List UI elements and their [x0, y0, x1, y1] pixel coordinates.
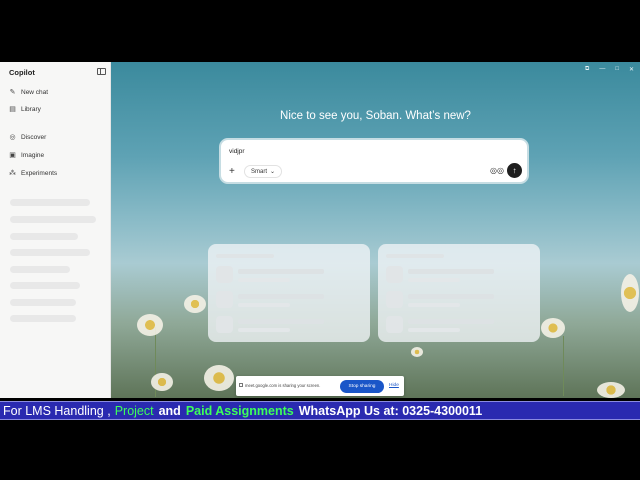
minimize-icon[interactable]: — — [599, 66, 605, 73]
sidebar-toggle-icon[interactable] — [97, 68, 106, 75]
background-flower — [137, 314, 163, 336]
screen-share-bar: meet.google.com is sharing your screen. … — [236, 376, 404, 396]
compass-icon: ◎ — [9, 133, 16, 141]
copilot-app-window: Copilot ✎ New chat ▤ Library ◎ Discover … — [0, 62, 640, 398]
background-flower — [597, 382, 625, 398]
app-title: Copilot — [9, 68, 35, 77]
grid-icon: ⁂ — [9, 169, 16, 177]
background-flower — [184, 295, 206, 313]
sidebar-item-discover[interactable]: ◎ Discover — [9, 131, 46, 143]
background-flower — [621, 274, 639, 312]
background-flower — [411, 347, 423, 357]
hide-link[interactable]: Hide — [389, 383, 399, 388]
loading-placeholder — [10, 249, 90, 256]
sidebar-item-imagine[interactable]: ▣ Imagine — [9, 149, 44, 161]
edit-icon: ✎ — [9, 88, 16, 96]
sidebar: Copilot ✎ New chat ▤ Library ◎ Discover … — [0, 62, 111, 398]
sidebar-item-label: Discover — [21, 133, 47, 141]
card-row — [386, 291, 532, 309]
banner-text: WhatsApp Us at: 0325-4300011 — [298, 403, 483, 418]
message-input[interactable]: vidjpr — [229, 148, 245, 155]
loading-placeholder — [10, 315, 76, 322]
maximize-icon[interactable]: □ — [615, 66, 619, 73]
background-stem — [563, 336, 564, 396]
promo-banner: For LMS Handling , Project and Paid Assi… — [0, 401, 640, 420]
library-icon: ▤ — [9, 105, 16, 113]
background-flower — [541, 318, 565, 338]
loading-placeholder — [10, 233, 78, 240]
stop-sharing-button[interactable]: Stop sharing — [340, 380, 384, 393]
sidebar-item-experiments[interactable]: ⁂ Experiments — [9, 167, 57, 179]
close-icon[interactable]: ✕ — [629, 66, 634, 73]
screen-share-icon — [239, 383, 243, 387]
sidebar-item-label: Library — [21, 105, 41, 113]
main-panel: ⧉ — □ ✕ Nice to see you, Soban. What’s n… — [111, 62, 640, 398]
sidebar-item-label: Imagine — [21, 151, 45, 159]
popout-icon[interactable]: ⧉ — [585, 66, 589, 73]
send-button[interactable]: ↑ — [507, 163, 522, 178]
mode-label: Smart — [251, 168, 268, 175]
banner-text: and — [158, 403, 181, 418]
add-attachment-icon[interactable]: + — [229, 167, 235, 177]
banner-text: Project — [114, 403, 154, 418]
share-message: meet.google.com is sharing your screen. — [245, 383, 321, 388]
card-row — [216, 316, 362, 334]
loading-placeholder — [10, 299, 76, 306]
background-flower — [151, 373, 173, 391]
banner-text: For LMS Handling , — [3, 403, 111, 418]
loading-placeholder — [10, 216, 96, 223]
loading-placeholder — [10, 199, 90, 206]
background-flower — [204, 365, 234, 391]
card-header-placeholder — [386, 254, 444, 258]
message-composer: vidjpr + Smart ⌄ ◎◎ ↑ — [219, 138, 529, 184]
card-header-placeholder — [216, 254, 274, 258]
window-controls: ⧉ — □ ✕ — [585, 66, 634, 73]
sidebar-item-label: Experiments — [21, 169, 58, 177]
greeting-heading: Nice to see you, Soban. What’s new? — [280, 110, 471, 122]
sidebar-item-new-chat[interactable]: ✎ New chat — [9, 86, 49, 98]
loading-placeholder — [10, 282, 80, 289]
banner-text: Paid Assignments — [185, 403, 294, 418]
loading-placeholder — [10, 266, 70, 273]
mode-selector[interactable]: Smart ⌄ — [244, 165, 283, 178]
image-icon: ▣ — [9, 151, 16, 159]
card-row — [386, 316, 532, 334]
card-row — [386, 266, 532, 284]
suggestion-card[interactable] — [378, 244, 540, 342]
voice-icon[interactable]: ◎◎ — [490, 166, 504, 175]
card-row — [216, 291, 362, 309]
card-row — [216, 266, 362, 284]
sidebar-item-label: New chat — [21, 88, 49, 96]
suggestion-card[interactable] — [208, 244, 370, 342]
screen: Copilot ✎ New chat ▤ Library ◎ Discover … — [0, 0, 640, 480]
chevron-down-icon: ⌄ — [270, 169, 276, 175]
sidebar-item-library[interactable]: ▤ Library — [9, 103, 41, 115]
